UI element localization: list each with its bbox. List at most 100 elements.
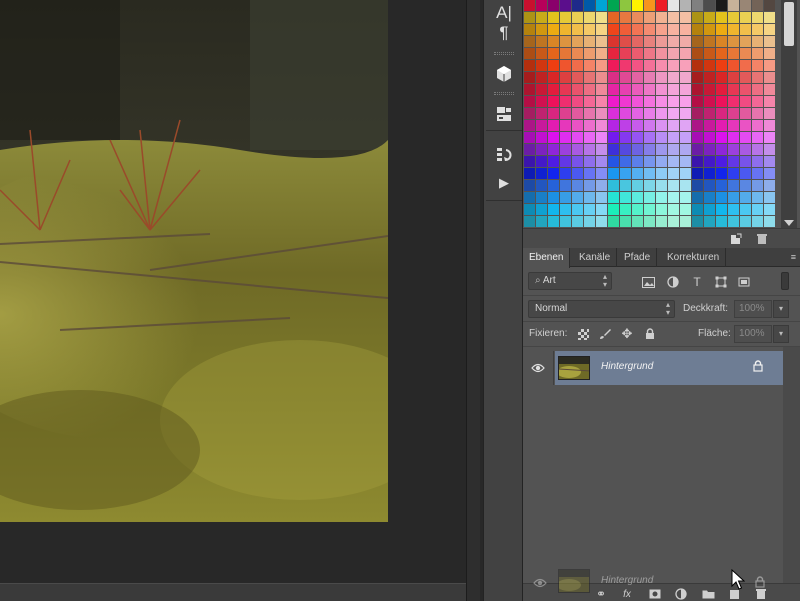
color-swatch[interactable] bbox=[596, 0, 607, 11]
color-swatch[interactable] bbox=[680, 156, 691, 167]
document-image[interactable] bbox=[0, 0, 388, 522]
color-swatch[interactable] bbox=[596, 156, 607, 167]
color-swatch[interactable] bbox=[716, 204, 727, 215]
color-swatch[interactable] bbox=[728, 144, 739, 155]
color-swatch[interactable] bbox=[668, 84, 679, 95]
color-swatch[interactable] bbox=[608, 108, 619, 119]
color-swatch[interactable] bbox=[704, 60, 715, 71]
color-swatch[interactable] bbox=[716, 120, 727, 131]
color-swatch[interactable] bbox=[572, 192, 583, 203]
color-swatch[interactable] bbox=[728, 216, 739, 227]
color-swatch[interactable] bbox=[728, 72, 739, 83]
color-swatch[interactable] bbox=[716, 12, 727, 23]
color-swatch[interactable] bbox=[680, 96, 691, 107]
color-swatch[interactable] bbox=[572, 156, 583, 167]
color-swatch[interactable] bbox=[596, 36, 607, 47]
color-swatch[interactable] bbox=[524, 48, 535, 59]
layers-scrollbar[interactable] bbox=[783, 347, 800, 583]
fill-dropdown-arrow[interactable]: ▾ bbox=[773, 325, 789, 343]
scroll-down-arrow-icon[interactable] bbox=[784, 220, 794, 226]
color-swatch[interactable] bbox=[704, 12, 715, 23]
color-swatch[interactable] bbox=[740, 156, 751, 167]
color-swatch[interactable] bbox=[656, 216, 667, 227]
color-swatch[interactable] bbox=[704, 48, 715, 59]
color-swatch[interactable] bbox=[536, 72, 547, 83]
color-swatch[interactable] bbox=[728, 108, 739, 119]
color-swatch[interactable] bbox=[752, 96, 763, 107]
opacity-field[interactable]: 100% bbox=[734, 300, 772, 318]
color-swatch[interactable] bbox=[728, 0, 739, 11]
shape-layer-filter-icon[interactable] bbox=[713, 274, 729, 290]
color-swatch[interactable] bbox=[632, 36, 643, 47]
layer-name[interactable]: Hintergrund bbox=[601, 361, 653, 372]
color-swatch[interactable] bbox=[596, 12, 607, 23]
color-swatch[interactable] bbox=[644, 108, 655, 119]
color-swatch[interactable] bbox=[668, 48, 679, 59]
color-swatch[interactable] bbox=[620, 84, 631, 95]
color-swatch[interactable] bbox=[536, 0, 547, 11]
color-swatch[interactable] bbox=[620, 96, 631, 107]
color-swatch[interactable] bbox=[536, 48, 547, 59]
color-swatch[interactable] bbox=[644, 48, 655, 59]
color-swatch[interactable] bbox=[668, 192, 679, 203]
layer-row[interactable]: Hintergrund bbox=[523, 351, 783, 385]
color-swatch[interactable] bbox=[632, 180, 643, 191]
color-swatch[interactable] bbox=[752, 192, 763, 203]
color-swatch[interactable] bbox=[668, 168, 679, 179]
color-swatch[interactable] bbox=[584, 108, 595, 119]
color-swatch[interactable] bbox=[524, 72, 535, 83]
color-swatch[interactable] bbox=[716, 108, 727, 119]
color-swatch[interactable] bbox=[620, 0, 631, 11]
color-swatch[interactable] bbox=[704, 204, 715, 215]
color-swatch[interactable] bbox=[656, 12, 667, 23]
color-swatch[interactable] bbox=[656, 132, 667, 143]
color-swatch[interactable] bbox=[608, 192, 619, 203]
swatches-scroll-thumb[interactable] bbox=[784, 2, 794, 46]
color-swatch[interactable] bbox=[596, 24, 607, 35]
color-swatch[interactable] bbox=[536, 12, 547, 23]
color-swatch[interactable] bbox=[596, 216, 607, 227]
color-swatch[interactable] bbox=[644, 204, 655, 215]
color-swatch[interactable] bbox=[680, 72, 691, 83]
color-swatch[interactable] bbox=[596, 180, 607, 191]
document-canvas-area[interactable] bbox=[0, 0, 466, 601]
visibility-toggle[interactable] bbox=[523, 351, 554, 385]
color-swatch[interactable] bbox=[764, 144, 775, 155]
color-swatch[interactable] bbox=[596, 204, 607, 215]
color-swatch[interactable] bbox=[680, 192, 691, 203]
color-swatch[interactable] bbox=[752, 48, 763, 59]
color-swatch[interactable] bbox=[608, 120, 619, 131]
color-swatch[interactable] bbox=[680, 0, 691, 11]
color-swatch[interactable] bbox=[692, 84, 703, 95]
color-swatch[interactable] bbox=[548, 168, 559, 179]
color-swatch[interactable] bbox=[584, 168, 595, 179]
color-swatch[interactable] bbox=[572, 96, 583, 107]
color-swatch[interactable] bbox=[728, 120, 739, 131]
color-swatch[interactable] bbox=[656, 48, 667, 59]
color-swatch[interactable] bbox=[584, 48, 595, 59]
color-swatch[interactable] bbox=[584, 24, 595, 35]
color-swatch[interactable] bbox=[584, 180, 595, 191]
color-swatch[interactable] bbox=[608, 168, 619, 179]
color-swatch[interactable] bbox=[728, 96, 739, 107]
color-swatch[interactable] bbox=[752, 84, 763, 95]
color-swatch[interactable] bbox=[608, 84, 619, 95]
color-swatch[interactable] bbox=[692, 60, 703, 71]
color-swatch[interactable] bbox=[680, 24, 691, 35]
color-swatch[interactable] bbox=[548, 180, 559, 191]
color-swatch[interactable] bbox=[548, 204, 559, 215]
color-swatch[interactable] bbox=[584, 72, 595, 83]
color-swatch[interactable] bbox=[668, 36, 679, 47]
color-swatch[interactable] bbox=[572, 132, 583, 143]
color-swatch[interactable] bbox=[536, 204, 547, 215]
color-swatch[interactable] bbox=[548, 132, 559, 143]
color-swatch[interactable] bbox=[764, 84, 775, 95]
color-swatch[interactable] bbox=[536, 60, 547, 71]
color-swatch[interactable] bbox=[572, 108, 583, 119]
color-swatch[interactable] bbox=[680, 144, 691, 155]
color-swatch[interactable] bbox=[728, 36, 739, 47]
color-swatch[interactable] bbox=[680, 204, 691, 215]
color-swatch[interactable] bbox=[680, 12, 691, 23]
color-swatch[interactable] bbox=[620, 216, 631, 227]
type-layer-filter-icon[interactable]: T bbox=[689, 274, 705, 290]
